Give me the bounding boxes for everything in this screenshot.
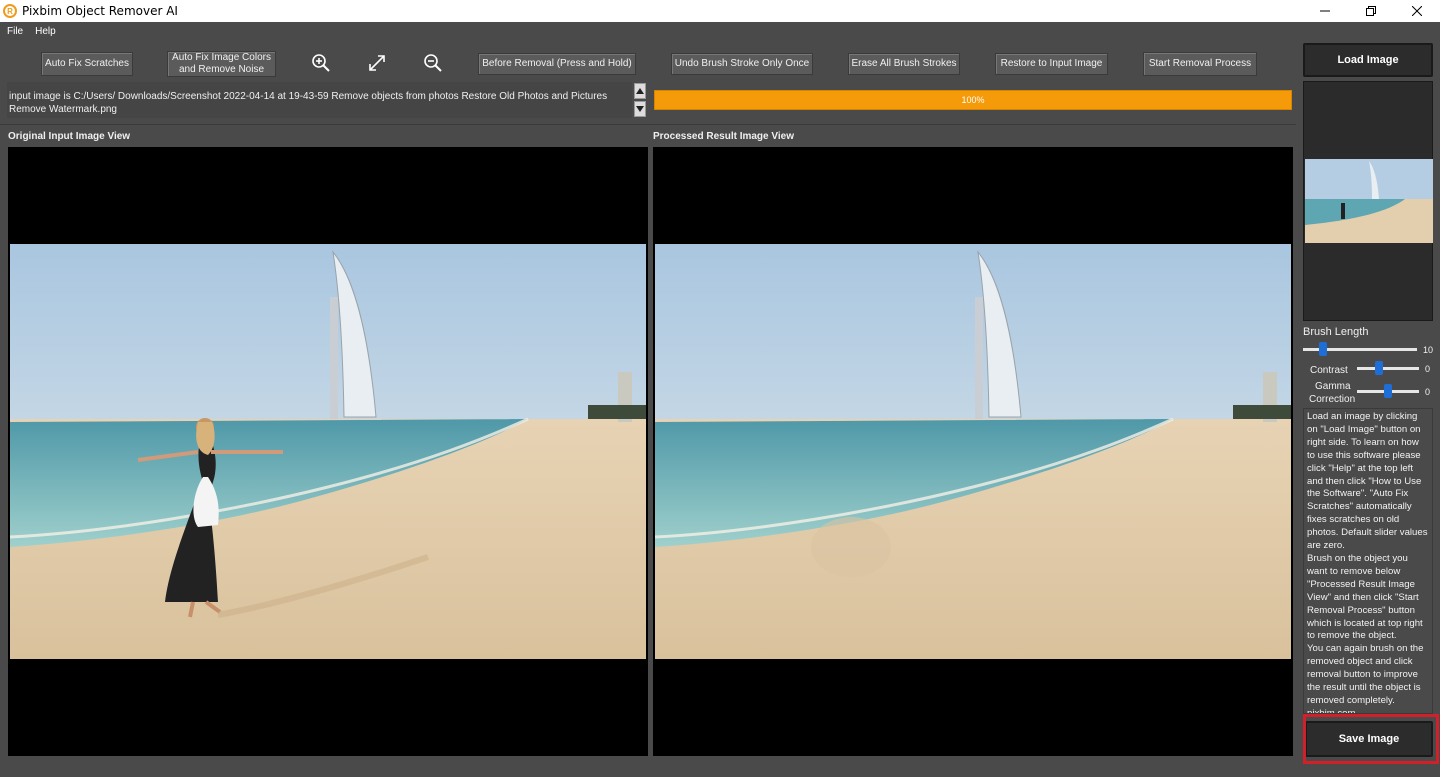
fit-to-screen-button[interactable]	[365, 51, 389, 75]
arrow-up-icon	[636, 88, 644, 94]
minimize-icon	[1320, 10, 1330, 12]
processed-image-view[interactable]	[653, 147, 1293, 756]
title-bar: R Pixbim Object Remover AI	[0, 0, 1440, 22]
gamma-value: 0	[1425, 387, 1431, 397]
original-beach-image	[9, 244, 646, 659]
zoom-out-icon	[424, 54, 442, 72]
maximize-button[interactable]	[1348, 0, 1394, 22]
auto-fix-colors-line1: Auto Fix Image Colors	[172, 52, 271, 63]
processed-view-label: Processed Result Image View	[653, 131, 794, 142]
help-text: Load an image by clicking on "Load Image…	[1303, 408, 1433, 714]
auto-fix-scratches-button[interactable]: Auto Fix Scratches	[41, 52, 133, 76]
auto-fix-colors-button[interactable]: Auto Fix Image Colors and Remove Noise	[167, 51, 276, 77]
processed-beach-image	[654, 244, 1291, 659]
restore-icon	[1366, 6, 1376, 16]
arrow-down-icon	[636, 106, 644, 112]
divider	[0, 124, 1296, 125]
fullscreen-icon	[369, 55, 385, 71]
contrast-slider[interactable]	[1375, 361, 1383, 375]
erase-brush-strokes-button[interactable]: Erase All Brush Strokes	[848, 53, 960, 75]
zoom-in-button[interactable]	[309, 51, 333, 75]
brush-length-value: 10	[1423, 345, 1434, 355]
image-thumbnail-panel	[1303, 81, 1433, 321]
undo-brush-stroke-button[interactable]: Undo Brush Stroke Only Once	[671, 53, 813, 75]
close-icon	[1412, 6, 1422, 16]
gamma-label-1: Gamma	[1315, 381, 1351, 392]
thumbnail-image	[1305, 159, 1433, 243]
menu-file[interactable]: File	[7, 26, 23, 37]
input-path-text: input image is C:/Users/ Downloads/Scree…	[7, 82, 632, 118]
brush-length-label: Brush Length	[1303, 326, 1369, 338]
restore-input-button[interactable]: Restore to Input Image	[995, 53, 1108, 75]
brush-length-slider[interactable]	[1319, 342, 1327, 356]
menu-bar: File Help	[0, 22, 1440, 40]
minimize-button[interactable]	[1302, 0, 1348, 22]
scroll-up-button[interactable]	[634, 83, 646, 99]
save-highlight-box	[1303, 714, 1439, 764]
auto-fix-colors-line2: and Remove Noise	[178, 64, 265, 75]
progress-bar: 100%	[654, 90, 1292, 110]
menu-help[interactable]: Help	[35, 26, 56, 37]
gamma-slider[interactable]	[1384, 384, 1392, 398]
original-image-view[interactable]	[8, 147, 648, 756]
scroll-down-button[interactable]	[634, 101, 646, 117]
close-button[interactable]	[1394, 0, 1440, 22]
load-image-button[interactable]: Load Image	[1303, 43, 1433, 77]
progress-text: 100%	[961, 95, 985, 105]
zoom-in-icon	[312, 54, 330, 72]
gamma-label-2: Correction	[1309, 394, 1356, 405]
app-logo-icon: R	[3, 4, 17, 18]
original-view-label: Original Input Image View	[8, 131, 131, 142]
contrast-track	[1357, 367, 1419, 370]
start-removal-button[interactable]: Start Removal Process	[1143, 52, 1257, 76]
contrast-label: Contrast	[1310, 365, 1348, 376]
before-removal-button[interactable]: Before Removal (Press and Hold)	[478, 53, 636, 75]
contrast-value: 0	[1425, 364, 1431, 374]
zoom-out-button[interactable]	[421, 51, 445, 75]
window-title: Pixbim Object Remover AI	[22, 4, 178, 18]
